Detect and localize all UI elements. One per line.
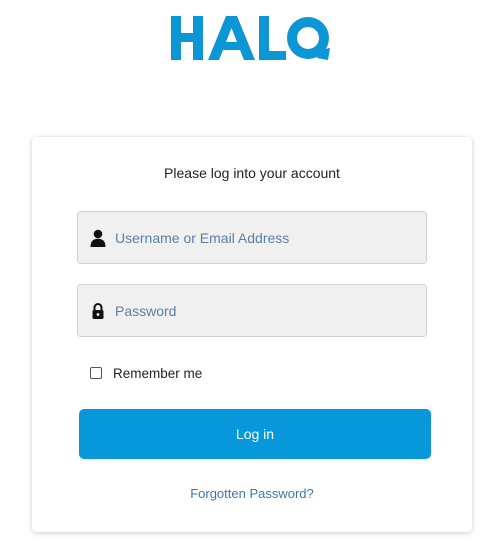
username-field[interactable] [77, 211, 427, 264]
lock-icon [92, 303, 104, 319]
remember-checkbox[interactable] [90, 367, 102, 379]
username-input[interactable] [115, 212, 415, 263]
remember-label: Remember me [113, 365, 203, 381]
password-input[interactable] [115, 285, 415, 336]
login-button[interactable]: Log in [79, 409, 431, 459]
password-field[interactable] [77, 284, 427, 337]
login-page: Please log into your account Remember me… [0, 0, 501, 554]
remember-me[interactable]: Remember me [90, 365, 202, 381]
forgot-password-link[interactable]: Forgotten Password? [32, 486, 472, 501]
user-icon [90, 229, 106, 247]
login-heading: Please log into your account [164, 165, 340, 181]
halo-logo [171, 16, 330, 60]
login-card: Please log into your account Remember me… [32, 137, 472, 532]
